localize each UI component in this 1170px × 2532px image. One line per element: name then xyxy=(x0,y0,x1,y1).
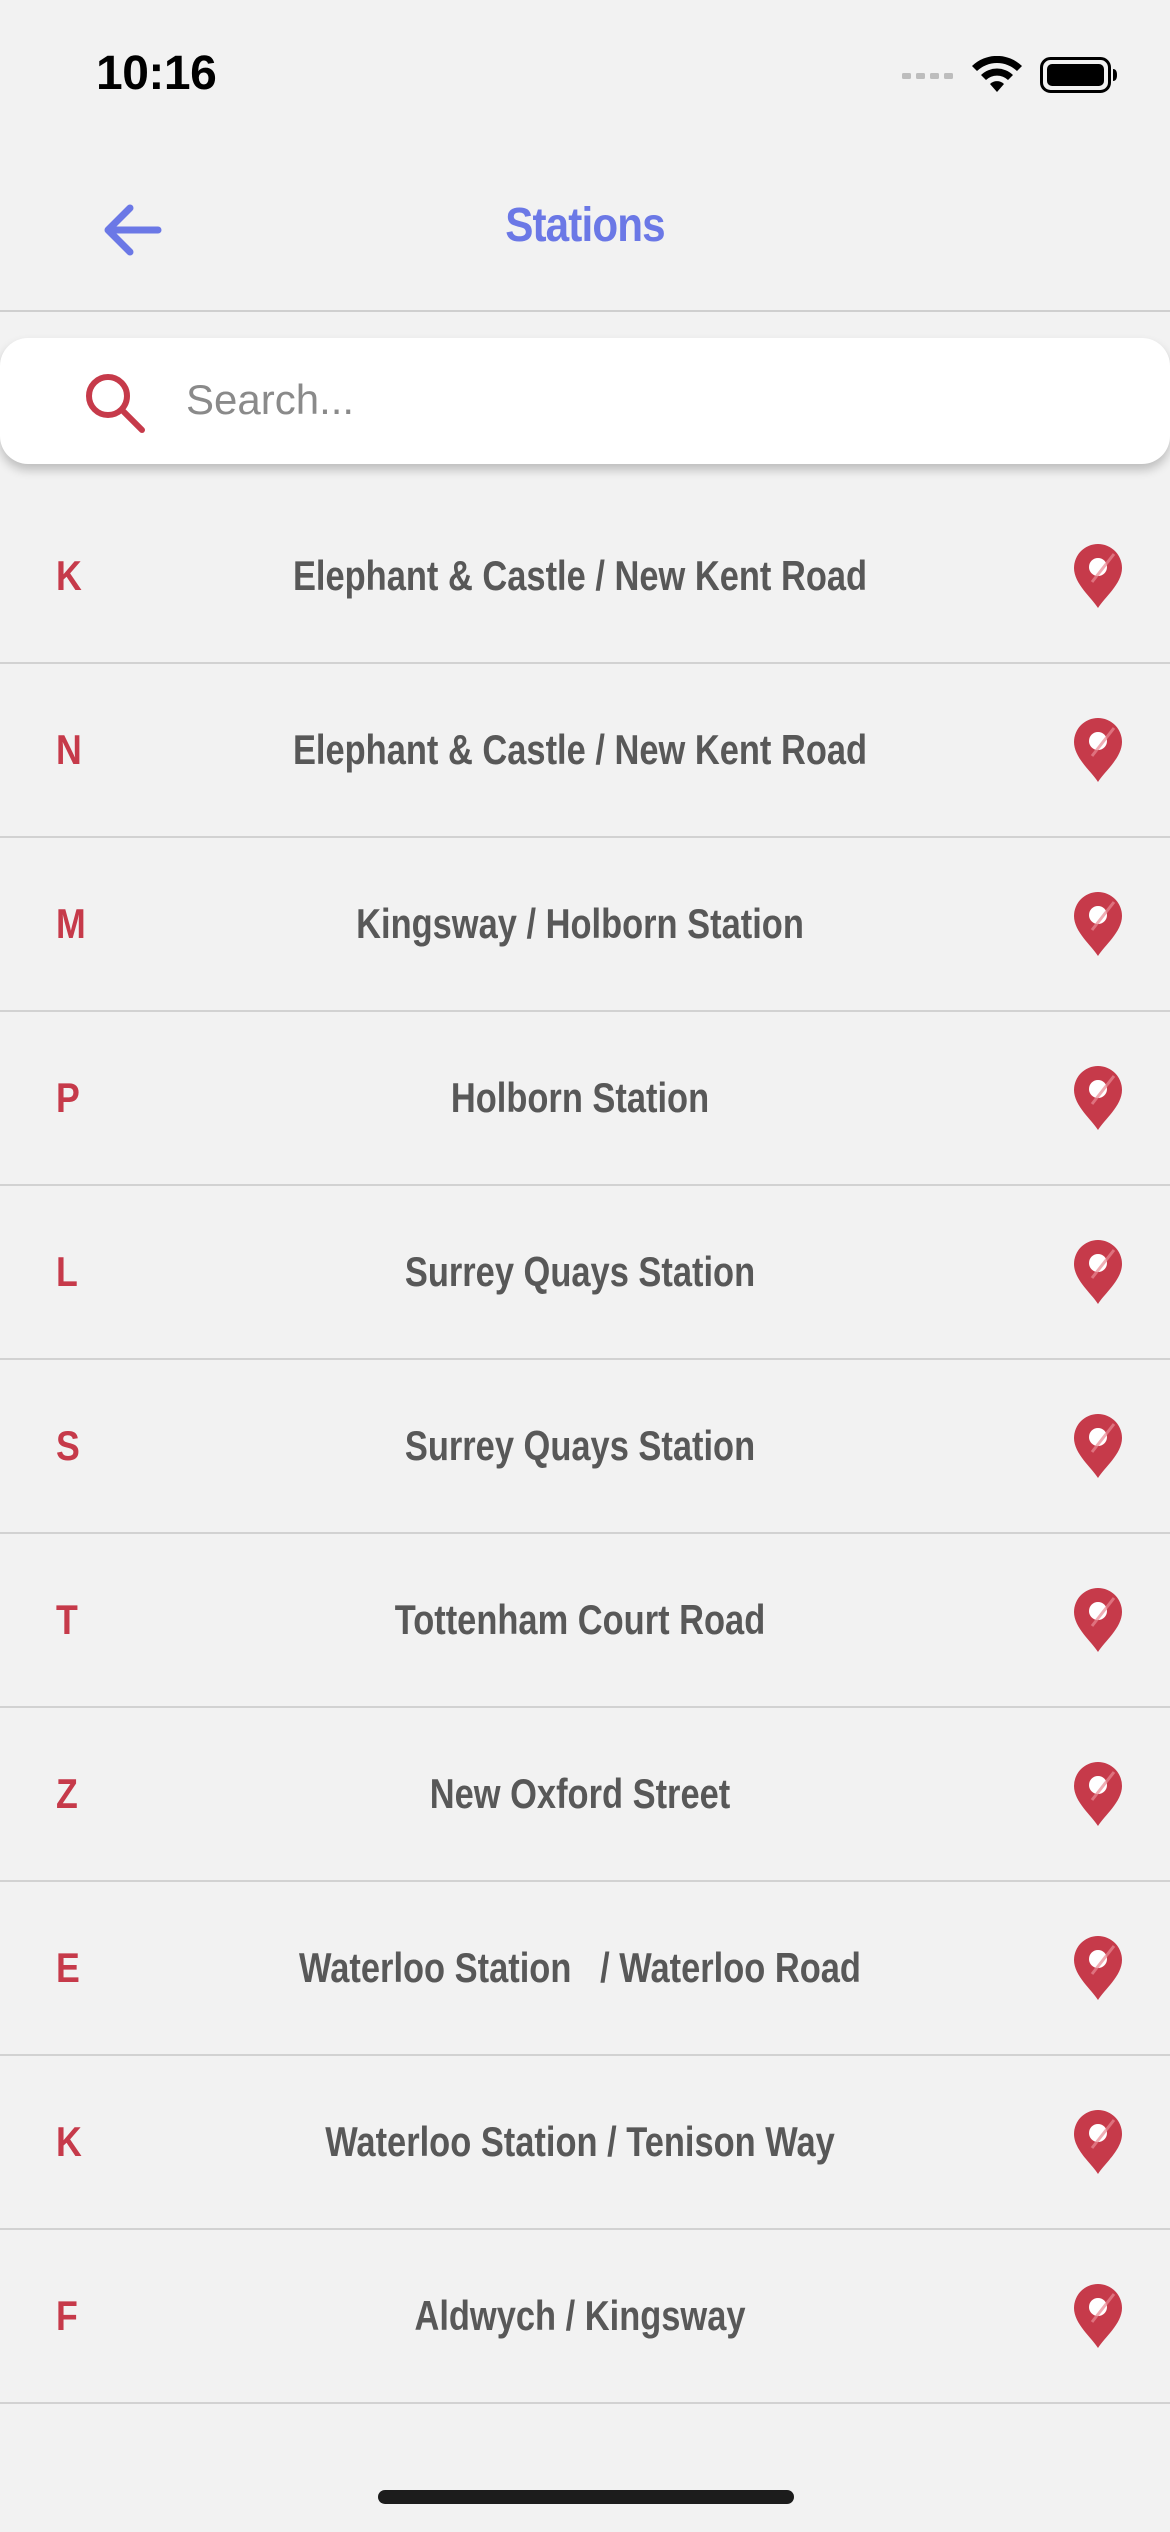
search-input[interactable] xyxy=(186,360,1126,440)
station-row[interactable]: P Holborn Station xyxy=(0,1012,1170,1186)
station-list: K Elephant & Castle / New Kent Road N El… xyxy=(0,490,1170,2404)
station-name: Elephant & Castle / New Kent Road xyxy=(292,726,868,773)
search-bar[interactable] xyxy=(0,338,1170,464)
station-letter: S xyxy=(56,1422,80,1469)
station-name: Tottenham Court Road xyxy=(394,1596,766,1643)
station-row[interactable]: E Waterloo Station / Waterloo Road xyxy=(0,1882,1170,2056)
status-time: 10:16 xyxy=(96,47,217,100)
station-name: New Oxford Street xyxy=(429,1770,731,1817)
map-pin-icon[interactable] xyxy=(1070,1762,1126,1828)
station-letter: F xyxy=(56,2292,78,2339)
station-name: Kingsway / Holborn Station xyxy=(356,900,804,947)
home-indicator[interactable] xyxy=(378,2490,794,2504)
station-letter: Z xyxy=(56,1770,78,1817)
navigation-bar: Stations xyxy=(0,150,1170,312)
station-row[interactable]: M Kingsway / Holborn Station xyxy=(0,838,1170,1012)
map-pin-icon[interactable] xyxy=(1070,892,1126,958)
station-letter: L xyxy=(56,1248,78,1295)
map-pin-icon[interactable] xyxy=(1070,1240,1126,1306)
wifi-icon xyxy=(972,56,1022,92)
station-letter: K xyxy=(56,552,82,599)
station-row[interactable]: F Aldwych / Kingsway xyxy=(0,2230,1170,2404)
station-letter: E xyxy=(56,1944,80,1991)
station-row[interactable]: L Surrey Quays Station xyxy=(0,1186,1170,1360)
page-title: Stations xyxy=(505,199,665,252)
status-bar: 10:16 xyxy=(0,0,1170,150)
station-row[interactable]: S Surrey Quays Station xyxy=(0,1360,1170,1534)
map-pin-icon[interactable] xyxy=(1070,718,1126,784)
station-name: Surrey Quays Station xyxy=(404,1422,756,1469)
station-row[interactable]: T Tottenham Court Road xyxy=(0,1534,1170,1708)
map-pin-icon[interactable] xyxy=(1070,2284,1126,2350)
map-pin-icon[interactable] xyxy=(1070,1414,1126,1480)
station-name: Surrey Quays Station xyxy=(404,1248,756,1295)
map-pin-icon[interactable] xyxy=(1070,1588,1126,1654)
station-name: Aldwych / Kingsway xyxy=(414,2292,746,2339)
station-row[interactable]: K Waterloo Station / Tenison Way xyxy=(0,2056,1170,2230)
map-pin-icon[interactable] xyxy=(1070,1936,1126,2002)
station-letter: T xyxy=(56,1596,78,1643)
station-letter: M xyxy=(56,900,86,947)
status-icons xyxy=(902,50,1118,100)
station-row[interactable]: Z New Oxford Street xyxy=(0,1708,1170,1882)
station-name: Waterloo Station / Waterloo Road xyxy=(299,1944,861,1991)
map-pin-icon[interactable] xyxy=(1070,544,1126,610)
station-letter: K xyxy=(56,2118,82,2165)
battery-icon xyxy=(1040,57,1117,93)
search-icon xyxy=(86,374,145,433)
cellular-signal-icon xyxy=(902,73,953,79)
map-pin-icon[interactable] xyxy=(1070,1066,1126,1132)
station-name: Elephant & Castle / New Kent Road xyxy=(292,552,868,599)
station-row[interactable]: K Elephant & Castle / New Kent Road xyxy=(0,490,1170,664)
station-name: Waterloo Station / Tenison Way xyxy=(325,2118,835,2165)
station-row[interactable]: N Elephant & Castle / New Kent Road xyxy=(0,664,1170,838)
station-letter: N xyxy=(56,726,82,773)
station-letter: P xyxy=(56,1074,80,1121)
station-name: Holborn Station xyxy=(450,1074,710,1121)
map-pin-icon[interactable] xyxy=(1070,2110,1126,2176)
